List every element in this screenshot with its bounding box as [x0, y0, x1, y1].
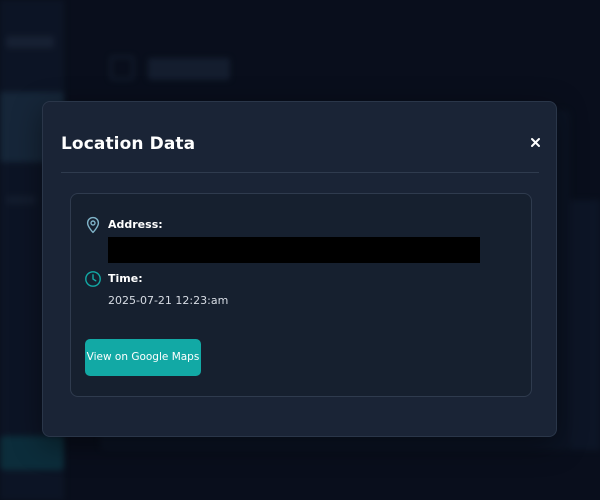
address-label: Address:	[108, 218, 163, 231]
clock-icon	[84, 270, 102, 288]
close-icon	[531, 138, 540, 147]
view-on-google-maps-button[interactable]: View on Google Maps	[85, 339, 201, 376]
address-value-redacted	[108, 237, 480, 263]
modal-divider	[61, 172, 539, 173]
location-info-card: Address: Time: 2025-07-21 12:23:am View …	[70, 193, 532, 397]
location-data-modal: Location Data Address: Time: 2025-07-21 …	[42, 101, 557, 437]
close-button[interactable]	[523, 130, 547, 154]
modal-title: Location Data	[61, 134, 196, 154]
time-label: Time:	[108, 272, 143, 285]
time-value: 2025-07-21 12:23:am	[108, 294, 229, 307]
map-pin-icon	[84, 216, 102, 234]
